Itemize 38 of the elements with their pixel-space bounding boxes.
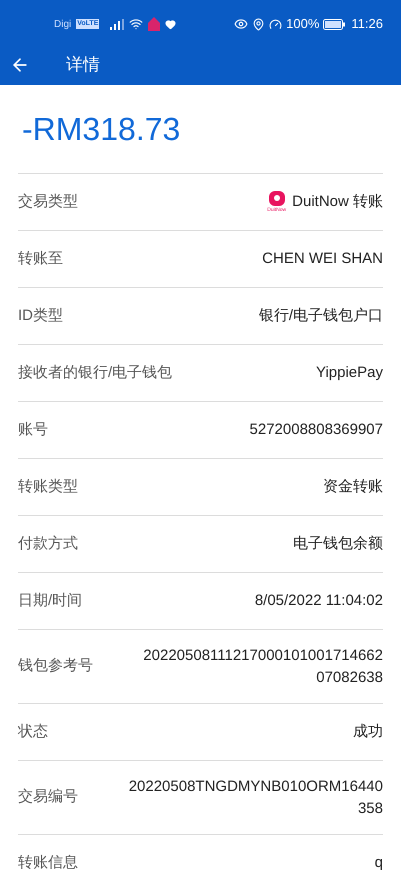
field-value: 资金转账: [323, 477, 383, 497]
field-label: 日期/时间: [18, 590, 82, 611]
signal-icon: [110, 18, 124, 30]
field-label: 交易类型: [18, 192, 78, 212]
battery-percent: 100%: [286, 15, 320, 34]
field-value: 电子钱包余额: [293, 534, 383, 554]
clock-time: 11:26: [351, 15, 383, 34]
eye-icon: [234, 17, 248, 31]
field-label: 接收者的银行/电子钱包: [18, 362, 172, 383]
duitnow-logo-icon: [268, 191, 285, 207]
field-label: 付款方式: [18, 534, 78, 554]
amount-text: -RM318.73: [21, 110, 182, 149]
field-value: 8/05/2022 11:04:02: [254, 591, 383, 611]
field-label: 转账类型: [18, 476, 78, 497]
field-value: CHEN WEI SHAN: [262, 249, 383, 269]
location-icon: [252, 18, 266, 30]
field-label: 交易编号: [18, 787, 78, 808]
heart-icon: [165, 18, 176, 30]
field-value: 5272008808369907: [250, 420, 383, 440]
field-value: q: [374, 853, 383, 870]
field-value: 20220508111217000101001714662 07082638: [143, 646, 383, 688]
field-label: 转账信息: [18, 852, 78, 870]
gauge-icon: [269, 18, 282, 30]
field-label: 转账至: [18, 248, 63, 269]
field-value: YippiePay: [316, 363, 383, 383]
field-value: DuitNow 转账: [292, 192, 383, 212]
carrier-label: Digi: [54, 18, 72, 32]
field-label: 钱包参考号: [18, 656, 93, 676]
field-value: 20220508TNGDMYNB010ORM16440 358: [128, 776, 383, 818]
field-label: 账号: [18, 420, 48, 440]
field-label: ID类型: [18, 306, 63, 326]
wifi-icon: [129, 17, 144, 31]
field-value: 银行/电子钱包户口: [258, 306, 383, 326]
page-title: 详情: [66, 54, 100, 76]
field-label: 状态: [18, 722, 48, 742]
field-value: 成功: [353, 722, 383, 742]
battery-icon: [323, 18, 346, 30]
house-icon: [148, 17, 160, 31]
